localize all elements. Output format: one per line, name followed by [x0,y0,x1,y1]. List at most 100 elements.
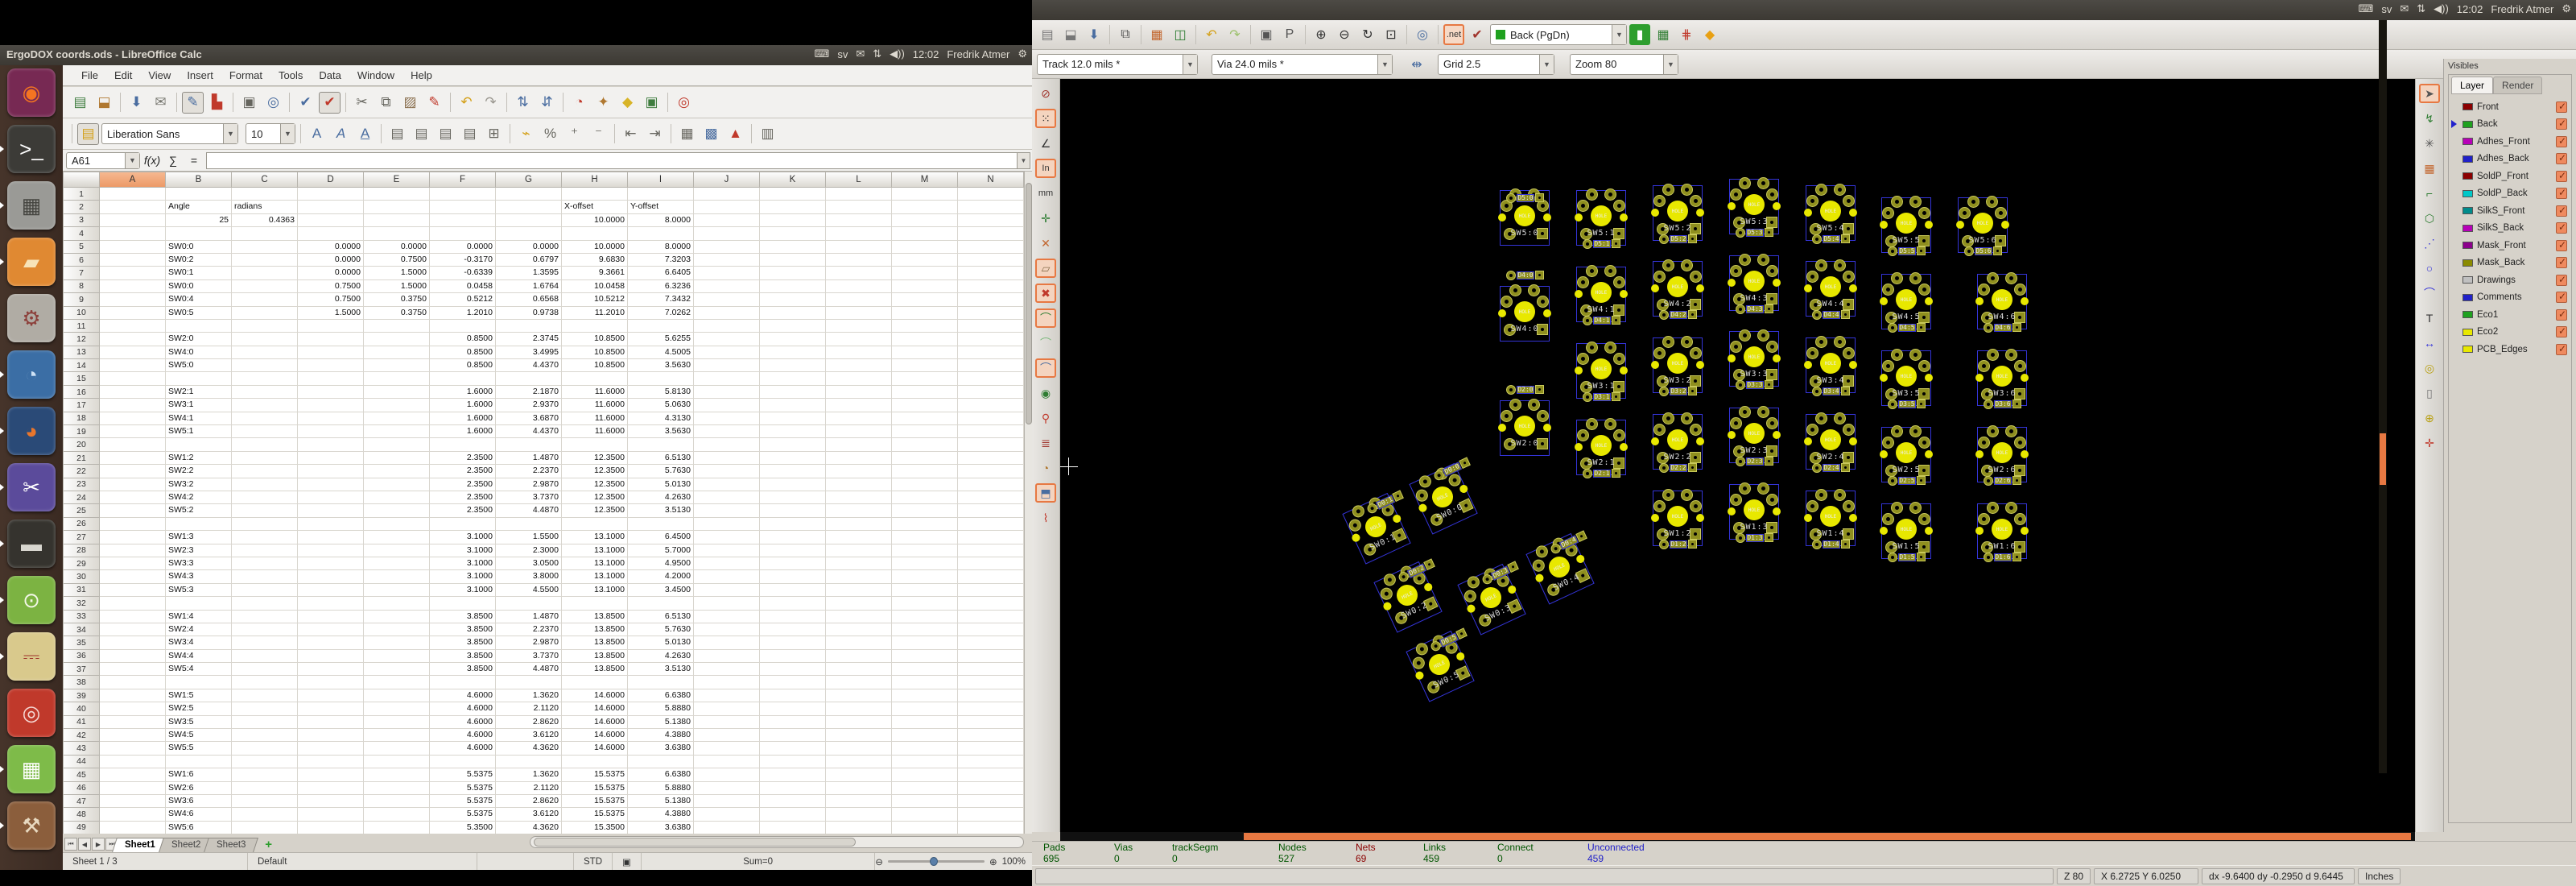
cell[interactable] [694,399,760,412]
layer-color-swatch[interactable] [2462,121,2473,128]
first-sheet-button[interactable]: ⏮ [64,838,77,851]
row-header-8[interactable]: 8 [63,280,100,293]
cell[interactable]: SW3:3 [166,557,232,570]
layer-color-swatch[interactable] [2462,103,2473,110]
cell[interactable] [826,611,892,623]
cell[interactable] [892,822,958,834]
cell[interactable] [562,597,628,610]
cell[interactable] [694,241,760,254]
drill-origin-icon[interactable]: ⊕ [2419,408,2440,428]
layer-visibility-checkbox[interactable] [2556,101,2567,113]
zoom-widget[interactable]: ⊖ ⊕ 100% [875,856,1032,867]
clock[interactable]: 12:02 [913,48,939,60]
cell[interactable]: 4.3880 [628,729,694,742]
zones-show-icon[interactable]: ⌒ [1035,308,1056,328]
cell[interactable] [892,188,958,201]
cell[interactable] [298,822,364,834]
launcher-files[interactable]: ▰ [7,238,56,286]
cell[interactable] [496,597,562,610]
cell[interactable] [892,227,958,240]
cell[interactable] [430,320,496,333]
cell[interactable] [232,756,298,768]
cell[interactable] [958,756,1024,768]
cell[interactable] [958,702,1024,715]
cell[interactable] [760,267,826,279]
row-header-6[interactable]: 6 [63,254,100,267]
cell[interactable] [892,611,958,623]
cell[interactable]: 0.5212 [430,293,496,306]
cell[interactable] [760,808,826,821]
cell[interactable] [958,438,1024,451]
column-header-M[interactable]: M [892,172,958,188]
layer-visibility-checkbox[interactable] [2556,171,2567,182]
cell[interactable]: 5.8880 [628,702,694,715]
route-mode-icon[interactable]: ⋕ [1676,24,1697,45]
cell[interactable] [100,782,166,795]
layer-row-mask_back[interactable]: Mask_Back [2451,255,2569,272]
print-preview-icon[interactable]: ◎ [262,92,284,114]
cell[interactable]: SW2:3 [166,544,232,557]
cell[interactable]: 2.3500 [430,465,496,478]
cell[interactable]: 3.6380 [628,742,694,755]
scrollbar-thumb[interactable] [1244,833,2411,840]
cell[interactable] [760,623,826,636]
row-header-40[interactable]: 40 [63,702,100,715]
cell[interactable] [100,663,166,676]
cell[interactable] [694,386,760,399]
cell[interactable]: SW1:6 [166,768,232,781]
cell[interactable] [760,768,826,781]
layer-visibility-checkbox[interactable] [2556,240,2567,251]
row-header-31[interactable]: 31 [63,584,100,597]
menu-view[interactable]: View [141,67,178,84]
cell[interactable]: 10.8500 [562,346,628,359]
column-header-I[interactable]: I [628,172,694,188]
plot-icon[interactable]: P [1279,24,1300,45]
cell[interactable] [892,808,958,821]
cell[interactable] [694,742,760,755]
cell[interactable] [694,557,760,570]
cell[interactable] [496,372,562,385]
cell[interactable] [298,504,364,517]
layer-color-swatch[interactable] [2462,207,2473,214]
chevron-down-icon[interactable]: ▼ [223,124,237,143]
cursor-shape-icon[interactable]: ✛ [1035,209,1056,228]
cell[interactable] [760,201,826,213]
cell[interactable]: SW0:5 [166,307,232,320]
page-style[interactable]: Default [248,853,477,870]
cell[interactable] [694,333,760,346]
cell[interactable]: 4.4870 [496,504,562,517]
row-header-37[interactable]: 37 [63,663,100,676]
cell[interactable] [760,650,826,663]
cell[interactable]: 3.8000 [496,570,562,583]
cell[interactable] [694,372,760,385]
cell[interactable]: 0.0000 [298,267,364,279]
cell[interactable] [760,584,826,597]
cell[interactable]: SW0:2 [166,254,232,267]
font-name-combo[interactable]: Liberation Sans▼ [101,123,238,144]
cell[interactable]: 1.5000 [298,307,364,320]
cell[interactable]: 3.6120 [496,808,562,821]
column-header-L[interactable]: L [826,172,892,188]
cell[interactable] [298,768,364,781]
cell[interactable] [430,438,496,451]
fast-access-icon[interactable]: ◆ [1699,24,1720,45]
cell[interactable] [826,623,892,636]
cell[interactable] [100,227,166,240]
cell[interactable] [826,386,892,399]
cell[interactable] [364,452,430,465]
cell[interactable] [892,518,958,531]
sum-display[interactable]: Sum=0 [642,853,875,870]
cell[interactable]: X-offset [562,201,628,213]
add-zone-icon[interactable]: ⬡ [2419,209,2440,228]
cell[interactable]: SW4:3 [166,570,232,583]
cell[interactable] [892,214,958,227]
cell[interactable]: SW0:0 [166,280,232,293]
row-header-23[interactable]: 23 [63,478,100,491]
cell[interactable] [958,570,1024,583]
cell[interactable] [958,822,1024,834]
layer-visibility-checkbox[interactable] [2556,222,2567,234]
layer-color-swatch[interactable] [2462,155,2473,163]
cell[interactable] [760,280,826,293]
row-header-20[interactable]: 20 [63,438,100,451]
cell[interactable]: 2.3500 [430,452,496,465]
